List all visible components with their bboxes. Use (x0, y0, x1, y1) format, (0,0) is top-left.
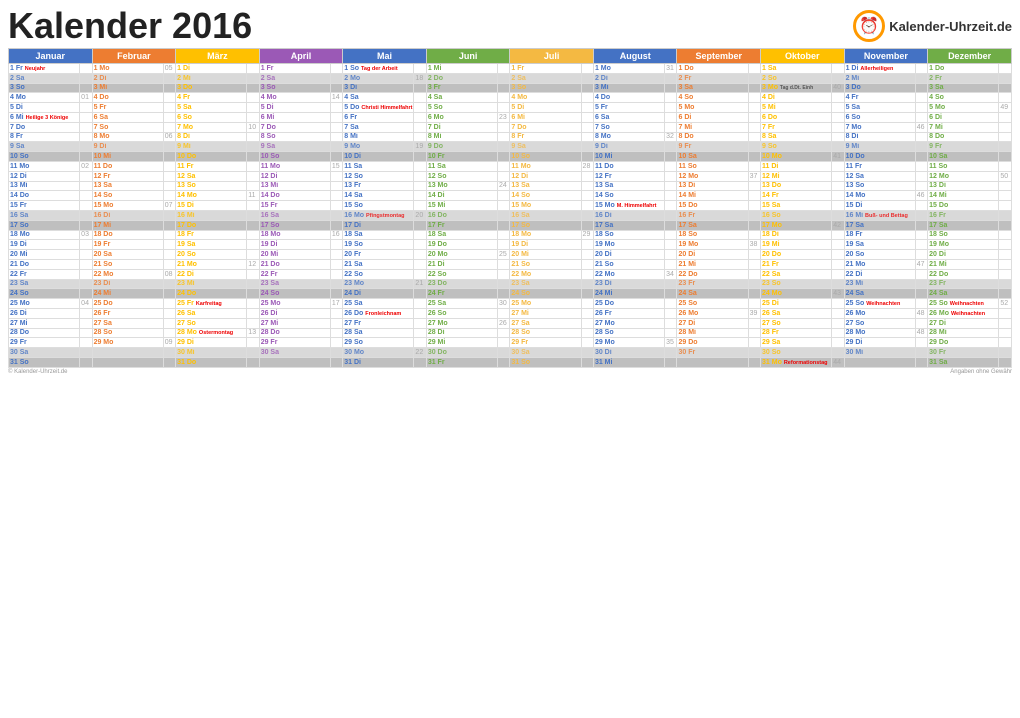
table-row: 1 Fr Neujahr 1 Mo05 1 Di 1 Fr 1 So Tag d… (9, 64, 1012, 74)
logo: ⏰ Kalender-Uhrzeit.de (853, 10, 1012, 42)
month-sep: September (677, 49, 761, 64)
header: Kalender 2016 ⏰ Kalender-Uhrzeit.de (8, 8, 1012, 44)
table-row: 5 Di 5 Fr 5 Sa 5 Di 5 Do Christi Himmelf… (9, 103, 1012, 113)
table-row: 8 Fr 8 Mo06 8 Di 8 So 8 Mi 8 Mi 8 Fr 8 M… (9, 132, 1012, 142)
table-row: 10 So 10 Mi 10 Do 10 So 10 Di 10 Fr 10 S… (9, 152, 1012, 162)
footer-right: Angaben ohne Gewähr (950, 369, 1012, 375)
footer: © Kalender-Uhrzeit.de Angaben ohne Gewäh… (8, 369, 1012, 375)
table-row: 29 Fr 29 Mo09 29 Di 29 Fr 29 So 29 Mi 29… (9, 338, 1012, 348)
table-row: 18 Mo03 18 Do 18 Fr 18 Mo16 18 Sa 18 Sa … (9, 230, 1012, 240)
table-row: 27 Mi 27 Sa 27 So 27 Mi 27 Fr 27 Mo26 27… (9, 318, 1012, 328)
table-row: 31 So 31 Do 31 Di 31 Fr 31 So 31 Mi 31 M… (9, 357, 1012, 367)
table-row: 22 Fr 22 Mo08 22 Di 22 Fr 22 So 22 So 22… (9, 269, 1012, 279)
page-title: Kalender 2016 (8, 8, 252, 44)
table-row: 14 Do 14 So 14 Mo11 14 Do 14 Sa 14 Di 14… (9, 191, 1012, 201)
table-row: 12 Di 12 Fr 12 Sa 12 Di 12 So 12 So 12 D… (9, 171, 1012, 181)
table-row: 16 Sa 16 Di 16 Mi 16 Sa 16 Mo Pfingstmon… (9, 210, 1012, 220)
logo-icon: ⏰ (853, 10, 885, 42)
table-row: 13 Mi 13 Sa 13 So 13 Mi 13 Fr 13 Mo24 13… (9, 181, 1012, 191)
header-row: Januar Februar März April Mai Juni Juli … (9, 49, 1012, 64)
table-row: 2 Sa 2 Di 2 Mi 2 Sa 2 Mo18 2 Do 2 Sa 2 D… (9, 73, 1012, 83)
table-row: 20 Mi 20 Sa 20 So 20 Mi 20 Fr 20 Mo25 20… (9, 250, 1012, 260)
table-row: 23 Sa 23 Di 23 Mi 23 Sa 23 Mo21 23 Do 23… (9, 279, 1012, 289)
month-nov: November (844, 49, 928, 64)
table-row: 30 Sa 30 Mi 30 Sa 30 Mo22 30 Do 30 Sa 30… (9, 348, 1012, 358)
month-may: Mai (343, 49, 427, 64)
month-feb: Februar (92, 49, 176, 64)
table-row: 24 So 24 Mi 24 Do 24 So 24 Di 24 Fr 24 S… (9, 289, 1012, 299)
month-jun: Juni (426, 49, 510, 64)
month-jul: Juli (510, 49, 594, 64)
table-row: 15 Fr 15 Mo07 15 Di 15 Fr 15 So 15 Mi 15… (9, 201, 1012, 211)
table-row: 4 Mo01 4 Do 4 Fr 4 Mo14 4 Sa 4 Sa 4 Mo 4… (9, 93, 1012, 103)
table-row: 9 Sa 9 Di 9 Mi 9 Sa 9 Mo19 9 Do 9 Sa 9 D… (9, 142, 1012, 152)
table-row: 19 Di 19 Fr 19 Sa 19 Di 19 So 19 Do 19 D… (9, 240, 1012, 250)
table-row: 17 So 17 Mi 17 Do 17 So 17 Di 17 Fr 17 S… (9, 220, 1012, 230)
month-apr: April (259, 49, 343, 64)
month-mar: März (176, 49, 260, 64)
month-dec: Dezember (928, 49, 1012, 64)
table-row: 3 So 3 Mi 3 Do 3 So 3 Di 3 Fr 3 So 3 Mi … (9, 83, 1012, 93)
table-row: 21 Do 21 So 21 Mo12 21 Do 21 Sa 21 Di 21… (9, 259, 1012, 269)
table-row: 7 Do 7 So 7 Mo10 7 Do 7 Sa 7 Di 7 Do 7 S… (9, 122, 1012, 132)
page: Kalender 2016 ⏰ Kalender-Uhrzeit.de (0, 0, 1020, 718)
table-row: 26 Di 26 Fr 26 Sa 26 Di 26 Do Fronleichn… (9, 308, 1012, 318)
month-jan: Januar (9, 49, 93, 64)
table-row: 25 Mo04 25 Do 25 Fr Karfreitag 25 Mo17 2… (9, 299, 1012, 309)
month-oct: Oktober (761, 49, 845, 64)
logo-text: Kalender-Uhrzeit.de (889, 19, 1012, 34)
table-row: 6 Mi Heilige 3 Könige 6 Sa 6 So 6 Mi 6 F… (9, 112, 1012, 122)
month-aug: August (593, 49, 677, 64)
footer-left: © Kalender-Uhrzeit.de (8, 369, 67, 375)
calendar-table: Januar Februar März April Mai Juni Juli … (8, 48, 1012, 368)
table-row: 28 Do 28 So 28 Mo Ostermontag13 28 Do 28… (9, 328, 1012, 338)
table-row: 11 Mo02 11 Do 11 Fr 11 Mo15 11 Sa 11 Sa … (9, 161, 1012, 171)
